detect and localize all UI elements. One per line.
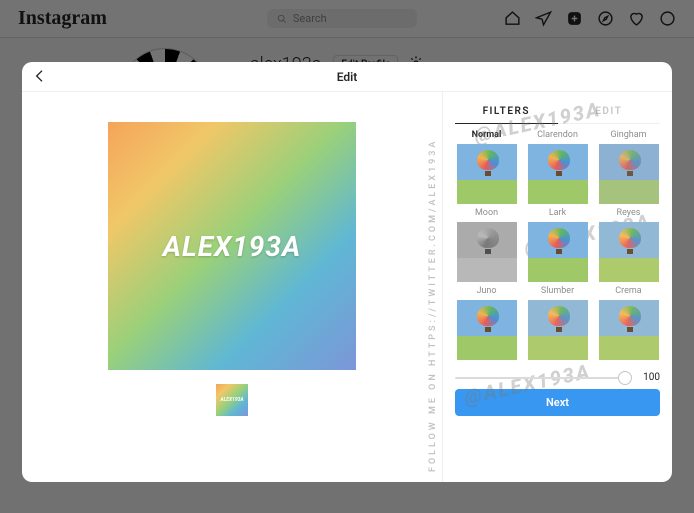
filter-normal[interactable]: Normal bbox=[455, 130, 518, 204]
slider-value: 100 bbox=[638, 372, 660, 383]
slider-knob[interactable] bbox=[618, 371, 632, 385]
filter-reyes[interactable]: Reyes bbox=[597, 208, 660, 282]
image-preview: ALEX193A bbox=[108, 122, 356, 370]
tabs: FILTERS EDIT bbox=[455, 100, 660, 124]
edit-modal: Edit ALEX193A ALEX193A FOLLOW ME ON HTTP… bbox=[22, 62, 672, 482]
filter-juno[interactable]: Juno bbox=[455, 286, 518, 360]
back-icon[interactable] bbox=[32, 68, 48, 88]
filter-slumber[interactable]: Slumber bbox=[526, 286, 589, 360]
intensity-slider[interactable]: 100 bbox=[455, 372, 660, 383]
filter-moon[interactable]: Moon bbox=[455, 208, 518, 282]
filter-clarendon[interactable]: Clarendon bbox=[526, 130, 589, 204]
filter-grid: Normal Clarendon Gingham Moon Lark Reyes… bbox=[455, 130, 660, 364]
modal-header: Edit bbox=[22, 62, 672, 92]
filter-crema[interactable]: Crema bbox=[597, 286, 660, 360]
tab-edit[interactable]: EDIT bbox=[558, 100, 661, 123]
tab-filters[interactable]: FILTERS bbox=[455, 100, 558, 124]
modal-title: Edit bbox=[337, 70, 358, 84]
filter-gingham[interactable]: Gingham bbox=[597, 130, 660, 204]
image-thumbnail[interactable]: ALEX193A bbox=[216, 384, 248, 416]
slider-track[interactable] bbox=[455, 377, 632, 379]
preview-text: ALEX193A bbox=[163, 230, 301, 263]
filter-lark[interactable]: Lark bbox=[526, 208, 589, 282]
filters-pane: @ALEX193A @ALEX193A @ALEX193A FILTERS ED… bbox=[442, 92, 672, 482]
modal-overlay: Edit ALEX193A ALEX193A FOLLOW ME ON HTTP… bbox=[0, 0, 694, 513]
watermark-vertical: FOLLOW ME ON HTTPS://TWITTER.COM/ALEX193… bbox=[428, 132, 438, 472]
preview-pane: ALEX193A ALEX193A FOLLOW ME ON HTTPS://T… bbox=[22, 92, 442, 482]
next-button[interactable]: Next bbox=[455, 389, 660, 416]
